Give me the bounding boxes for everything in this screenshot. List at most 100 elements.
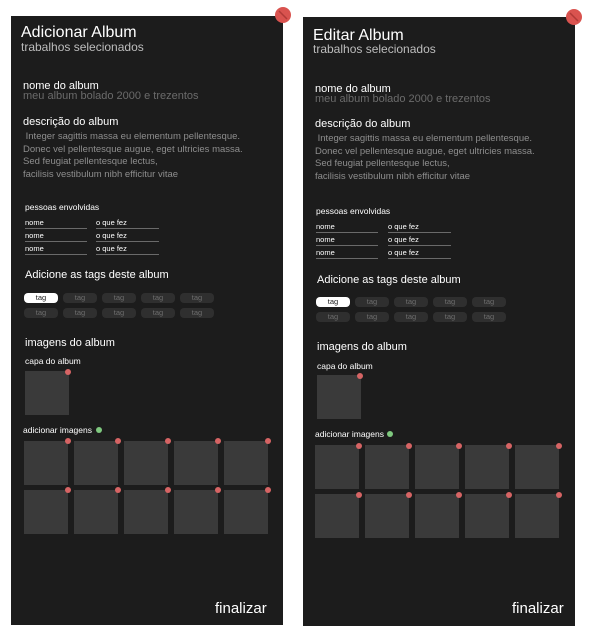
album-image[interactable] [224,490,268,534]
remove-dot-icon[interactable] [65,487,71,493]
album-image[interactable] [465,445,509,489]
close-button-left[interactable] [275,7,291,23]
add-images-label: adicionar imagens [315,429,384,439]
description-line: Donec vel pellentesque augue, eget ultri… [315,145,535,157]
finish-button[interactable]: finalizar [215,600,267,617]
person-role-input[interactable]: o que fez [388,248,451,259]
tag-chip[interactable]: tag [24,293,58,303]
tag-chip[interactable]: tag [141,308,175,318]
remove-dot-icon[interactable] [556,492,562,498]
tag-chip[interactable]: tag [24,308,58,318]
album-image[interactable] [315,445,359,489]
person-name-input[interactable]: nome [25,218,87,229]
remove-dot-icon[interactable] [215,487,221,493]
remove-dot-icon[interactable] [506,492,512,498]
album-image[interactable] [365,445,409,489]
album-image[interactable] [74,490,118,534]
description-line: Sed feugiat pellentesque lectus, [23,156,158,167]
remove-dot-icon[interactable] [165,487,171,493]
description-line: facilisis vestibulum nibh efficitur vita… [315,170,471,182]
album-image[interactable] [174,441,218,485]
tag-chip[interactable]: tag [433,297,467,307]
remove-dot-icon[interactable] [65,438,71,444]
finish-button[interactable]: finalizar [512,600,564,617]
person-role-input[interactable]: o que fez [96,244,159,255]
remove-dot-icon[interactable] [265,487,271,493]
person-name-input[interactable]: nome [25,231,87,242]
album-name-input[interactable]: meu album bolado 2000 e trezentos [315,93,491,105]
person-role-input[interactable]: o que fez [388,235,451,246]
person-name-input[interactable]: nome [316,235,378,246]
cover-label: capa do album [25,356,81,366]
remove-dot-icon[interactable] [265,438,271,444]
remove-dot-icon[interactable] [215,438,221,444]
album-image[interactable] [174,490,218,534]
remove-dot-icon[interactable] [115,487,121,493]
tag-chip[interactable]: tag [141,293,175,303]
album-image[interactable] [415,445,459,489]
add-images-label: adicionar imagens [23,425,92,435]
tag-chip[interactable]: tag [316,297,350,307]
remove-dot-icon[interactable] [165,438,171,444]
tag-chip[interactable]: tag [394,312,428,322]
remove-dot-icon[interactable] [456,492,462,498]
person-role-input[interactable]: o que fez [388,222,451,233]
close-button-right[interactable] [566,9,582,25]
tags-label: Adicione as tags deste album [317,274,461,286]
images-label: imagens do album [317,341,407,353]
tag-chip[interactable]: tag [180,293,214,303]
album-image[interactable] [74,441,118,485]
remove-dot-icon[interactable] [356,492,362,498]
add-dot-icon[interactable] [387,431,393,437]
page-subtitle: trabalhos selecionados [21,40,144,54]
description-line: Donec vel pellentesque augue, eget ultri… [23,143,243,155]
album-description-input[interactable]: Integer sagittis massa eu elementum pell… [23,131,273,181]
tag-chip[interactable]: tag [316,312,350,322]
tag-chip[interactable]: tag [394,297,428,307]
person-name-input[interactable]: nome [316,222,378,233]
person-role-input[interactable]: o que fez [96,218,159,229]
person-name-input[interactable]: nome [25,244,87,255]
album-image[interactable] [315,494,359,538]
images-label: imagens do album [25,337,115,349]
album-image[interactable] [24,490,68,534]
album-image[interactable] [124,490,168,534]
remove-dot-icon[interactable] [115,438,121,444]
remove-dot-icon[interactable] [357,373,363,379]
tag-chip[interactable]: tag [355,312,389,322]
album-description-input[interactable]: Integer sagittis massa eu elementum pell… [315,133,565,183]
remove-dot-icon[interactable] [556,443,562,449]
remove-dot-icon[interactable] [356,443,362,449]
album-image[interactable] [515,445,559,489]
add-dot-icon[interactable] [96,427,102,433]
album-image[interactable] [465,494,509,538]
remove-dot-icon[interactable] [406,492,412,498]
album-name-input[interactable]: meu album bolado 2000 e trezentos [23,90,199,102]
tag-chip[interactable]: tag [63,293,97,303]
description-line: Integer sagittis massa eu elementum pell… [315,133,533,144]
tag-chip[interactable]: tag [102,308,136,318]
remove-dot-icon[interactable] [506,443,512,449]
tag-chip[interactable]: tag [355,297,389,307]
album-image[interactable] [515,494,559,538]
album-image[interactable] [365,494,409,538]
remove-dot-icon[interactable] [406,443,412,449]
cover-image[interactable] [25,371,69,415]
person-name-input[interactable]: nome [316,248,378,259]
tag-chip[interactable]: tag [472,297,506,307]
tag-chip[interactable]: tag [472,312,506,322]
close-icon [569,12,579,22]
album-image[interactable] [224,441,268,485]
album-image[interactable] [415,494,459,538]
tag-chip[interactable]: tag [102,293,136,303]
cover-image[interactable] [317,375,361,419]
remove-dot-icon[interactable] [65,369,71,375]
description-line: facilisis vestibulum nibh efficitur vita… [23,168,179,180]
album-image[interactable] [24,441,68,485]
person-role-input[interactable]: o que fez [96,231,159,242]
album-image[interactable] [124,441,168,485]
tag-chip[interactable]: tag [63,308,97,318]
remove-dot-icon[interactable] [456,443,462,449]
tag-chip[interactable]: tag [433,312,467,322]
tag-chip[interactable]: tag [180,308,214,318]
